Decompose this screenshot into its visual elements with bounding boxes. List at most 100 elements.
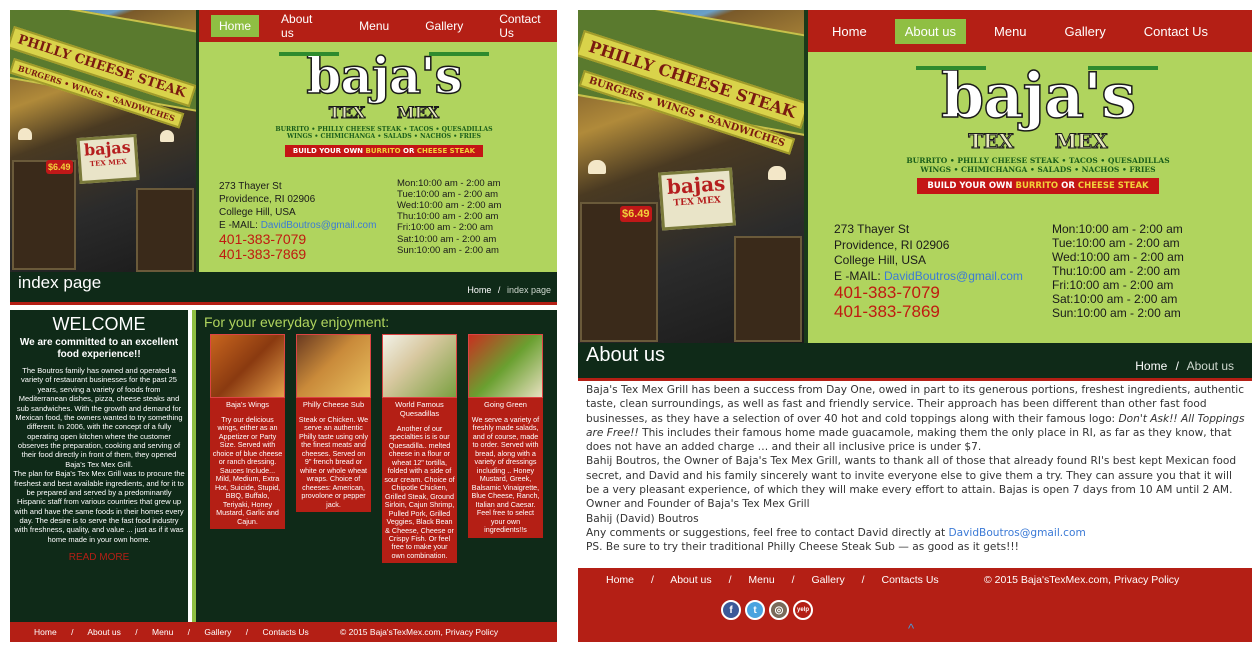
main-nav: Home About us Menu Gallery Contact Us [808,10,1252,52]
lamp [768,166,786,180]
menu-card[interactable]: Baja's Wings Try our delicious wings, eit… [210,334,285,530]
menu-highlights: For your everyday enjoyment: Baja's Wing… [192,310,557,622]
welcome-body: The Boutros family has owned and operate… [15,366,183,469]
page-title: About us [586,344,665,366]
about-paragraph-1: Baja's Tex Mex Grill has been a success … [586,384,1245,454]
opening-hours: Mon:10:00 am - 2:00 am Tue:10:00 am - 2:… [1052,222,1184,320]
email-line: E -MAIL: DavidBoutros@gmail.com [834,268,1023,283]
divider [578,378,1252,381]
index-page-screenshot: PHILLY CHEESE STEAK BURGERS • WINGS • SA… [10,10,557,642]
hours-thu: Thu:10:00 am - 2:00 am [1052,264,1181,279]
logo-wordmark: baja's [306,46,464,105]
footer-contact[interactable]: Contacts Us [262,627,308,637]
quesadilla-photo [382,334,457,398]
footer-gallery[interactable]: Gallery [204,627,231,637]
bajas-logo: baja's TEX MEX BURRITO • PHILLY CHEESE S… [888,56,1188,216]
footer-gallery[interactable]: Gallery [811,574,844,586]
founder-name: Bahij (David) Boutros [586,512,699,525]
nav-menu[interactable]: Menu [351,15,397,37]
email-link[interactable]: DavidBoutros@gmail.com [261,220,377,231]
copyright[interactable]: © 2015 Baja'sTexMex.com, Privacy Policy [984,574,1179,586]
phone-1[interactable]: 401-383-7079 [219,231,376,247]
twitter-icon[interactable]: t [745,600,765,620]
nav-gallery[interactable]: Gallery [1055,19,1116,44]
footer-about[interactable]: About us [87,627,121,637]
window [136,188,194,272]
logo-tagline-2: WINGS • CHIMICHANGA • SALADS • NACHOS • … [287,133,481,140]
main-nav: Home About us Menu Gallery Contact Us [199,10,557,42]
breadcrumb-home[interactable]: Home [467,285,491,295]
read-more-link[interactable]: READ MORE [10,552,188,563]
breadcrumb-home[interactable]: Home [1135,359,1167,373]
philly-photo [296,334,371,398]
storefront-photo: PHILLY CHEESE STEAK BURGERS • WINGS • SA… [578,10,804,343]
footer-home[interactable]: Home [34,627,57,637]
email-link[interactable]: DavidBoutros@gmail.com [884,269,1023,283]
nav-home[interactable]: Home [211,15,260,37]
logo-tagline-1: BURRITO • PHILLY CHEESE STEAK • TACOS • … [906,156,1170,165]
address-block: 273 Thayer St Providence, RI 02906 Colle… [219,180,376,263]
breadcrumb-current: About us [1186,359,1234,373]
build-your-own-banner: BUILD YOUR OWN BURRITO OR CHEESE STEAK [284,145,484,157]
lamp [160,130,174,142]
wings-photo [210,334,285,398]
storefront-photo: PHILLY CHEESE STEAK BURGERS • WINGS • SA… [10,10,196,272]
breadcrumb: Home / index page [467,285,551,295]
nav-menu[interactable]: Menu [984,19,1037,44]
nav-gallery[interactable]: Gallery [417,15,471,37]
instagram-icon[interactable]: ◎ [769,600,789,620]
footer-home[interactable]: Home [606,574,634,586]
nav-contact[interactable]: Contact Us [491,10,557,44]
street: 273 Thayer St [834,222,910,236]
nav-about[interactable]: About us [894,18,967,44]
price-tag: $6.49 [46,160,73,174]
footer: Home / About us / Menu / Gallery / Conta… [10,622,557,642]
nav-home[interactable]: Home [822,19,877,44]
card-text: Another of our specialties is is our Que… [384,423,455,560]
footer-links: Home / About us / Menu / Gallery / Conta… [34,627,309,637]
footer-about[interactable]: About us [670,574,711,586]
hours-mon: Mon:10:00 am - 2:00 am [1052,222,1183,236]
founder-title: Owner and Founder of Baja's Tex Mex Gril… [586,498,810,511]
copyright[interactable]: © 2015 Baja'sTexMex.com, Privacy Policy [340,627,498,637]
contact-email-link[interactable]: DavidBoutros@gmail.com [948,527,1085,539]
card-text: Try our delicious wings, either as an Ap… [212,414,283,526]
baja-store-sign: bajas TEX MEX [76,133,140,185]
footer-menu[interactable]: Menu [748,574,774,586]
welcome-subheading: We are committed to an excellent food ex… [19,337,179,360]
footer: Home / About us / Menu / Gallery / Conta… [578,568,1252,642]
phone-2[interactable]: 401-383-7869 [834,302,1023,322]
hours-sun: Sun:10:00 am - 2:00 am [1052,306,1181,321]
area: College Hill, USA [219,207,296,218]
price-tag: $6.49 [620,206,652,222]
nav-about[interactable]: About us [273,10,331,44]
page-title-bar: index page Home / index page [10,272,557,302]
about-page-screenshot: PHILLY CHEESE STEAK BURGERS • WINGS • SA… [578,10,1252,642]
header-info: Home About us Menu Gallery Contact Us ba… [804,10,1252,343]
hours-tue: Tue:10:00 am - 2:00 am [397,189,499,201]
hours-wed: Wed:10:00 am - 2:00 am [1052,250,1184,265]
card-title: Baja's Wings [225,400,270,409]
logo-tagline-2: WINGS • CHIMICHANGA • SALADS • NACHOS • … [920,165,1156,174]
city: Providence, RI 02906 [219,194,316,205]
phone-1[interactable]: 401-383-7079 [834,284,1023,303]
footer-menu[interactable]: Menu [152,627,173,637]
highlights-heading: For your everyday enjoyment: [204,314,390,330]
yelp-icon[interactable]: yelp [793,600,813,620]
window [12,160,76,270]
menu-card[interactable]: World Famous Quesadillas Another of our s… [382,334,457,564]
menu-card[interactable]: Going Green We serve a variety of freshly… [468,334,543,538]
scroll-top-icon[interactable]: ^ [908,621,914,636]
window [734,236,802,342]
street: 273 Thayer St [219,181,282,192]
logo-tex-mex: TEX MEX [968,129,1109,153]
card-title: Going Green [484,400,527,409]
header-info: Home About us Menu Gallery Contact Us ba… [196,10,557,272]
menu-card[interactable]: Philly Cheese Sub Steak or Chicken. We se… [296,334,371,513]
phone-2[interactable]: 401-383-7869 [219,246,376,262]
facebook-icon[interactable]: f [721,600,741,620]
hours-wed: Wed:10:00 am - 2:00 am [397,200,502,212]
footer-contact[interactable]: Contacts Us [881,574,938,586]
address-block: 273 Thayer St Providence, RI 02906 Colle… [834,222,1023,322]
nav-contact[interactable]: Contact Us [1134,19,1218,44]
